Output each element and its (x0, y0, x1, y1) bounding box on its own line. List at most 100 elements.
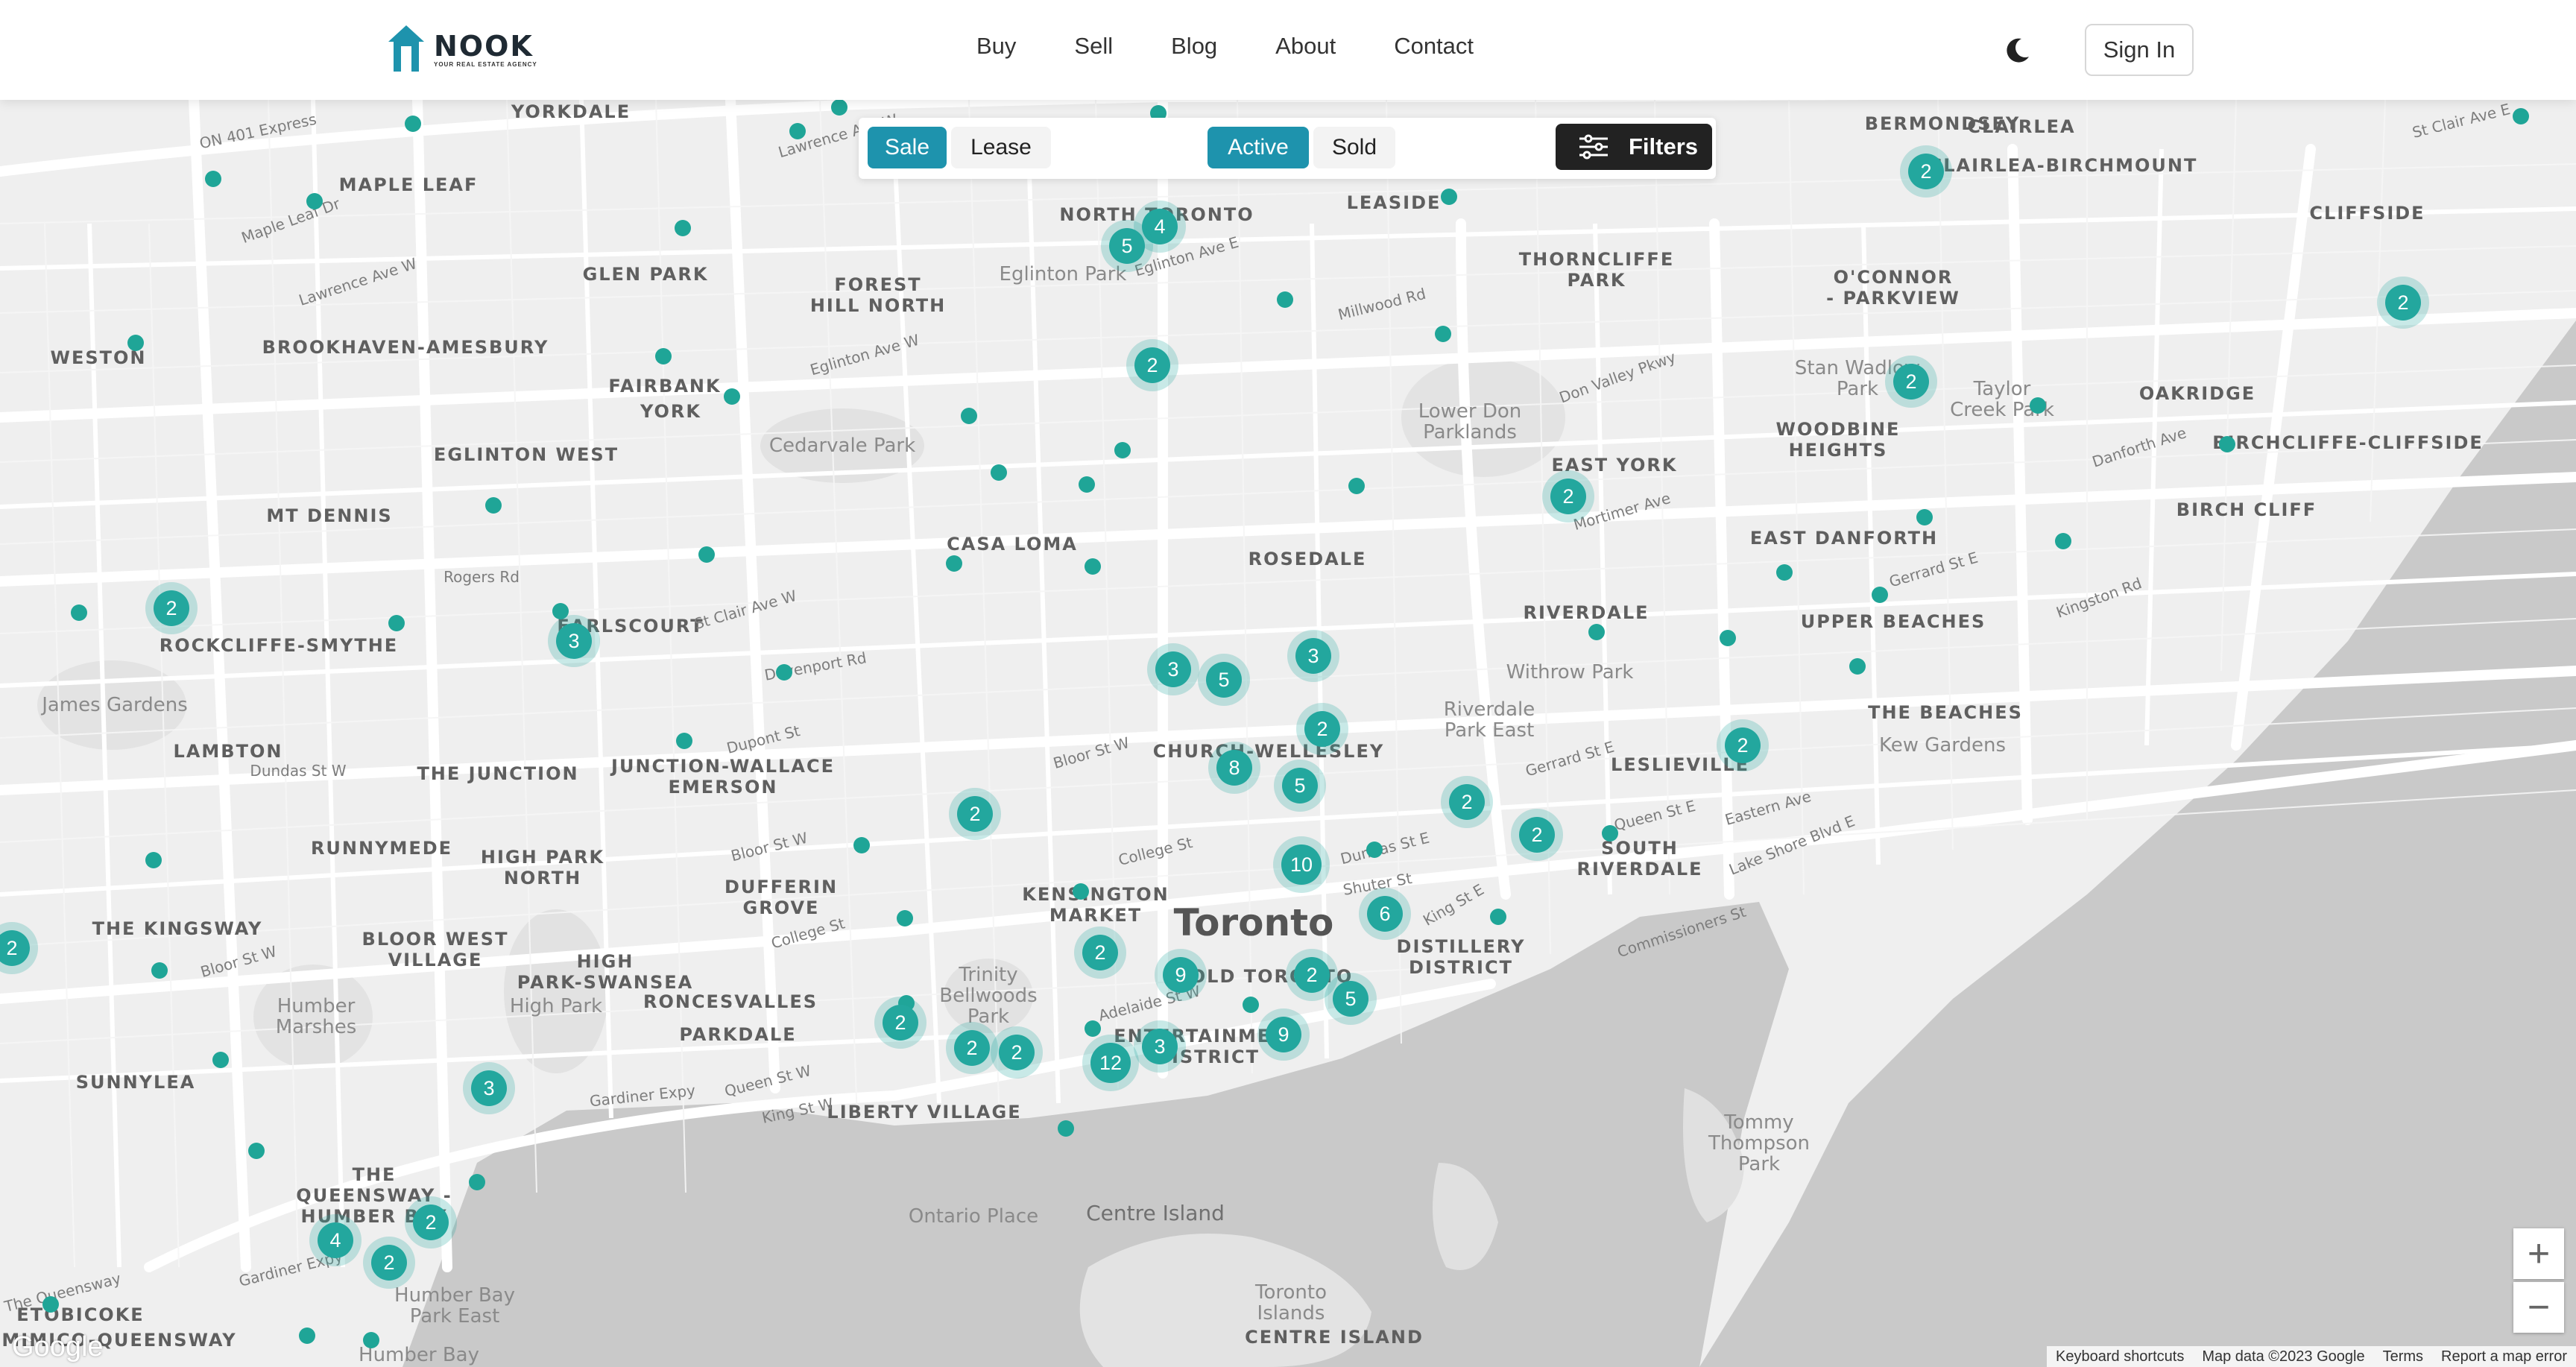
listing-marker[interactable] (1435, 326, 1451, 342)
listing-cluster[interactable]: 3 (1142, 1029, 1178, 1064)
zoom-out-button[interactable]: − (2513, 1282, 2564, 1333)
moon-icon[interactable] (2002, 36, 2032, 66)
listing-cluster[interactable]: 3 (1155, 651, 1191, 687)
listing-cluster[interactable]: 2 (1893, 364, 1929, 400)
keyboard-shortcuts-link[interactable]: Keyboard shortcuts (2056, 1348, 2184, 1366)
nav-sell[interactable]: Sell (1074, 33, 1113, 60)
listing-cluster[interactable]: 9 (1163, 957, 1199, 993)
listing-marker[interactable] (2030, 397, 2046, 414)
listing-marker[interactable] (698, 546, 715, 563)
listing-cluster[interactable]: 2 (1449, 784, 1485, 820)
listing-marker[interactable] (676, 733, 692, 749)
listing-marker[interactable] (2219, 436, 2235, 452)
listing-marker[interactable] (1441, 189, 1457, 205)
listing-marker[interactable] (991, 464, 1007, 481)
lease-toggle[interactable]: Lease (951, 127, 1051, 168)
listing-cluster[interactable]: 2 (999, 1035, 1035, 1070)
listing-marker[interactable] (42, 1296, 59, 1313)
brand-logo[interactable]: NOOK YOUR REAL ESTATE AGENCY (386, 24, 537, 75)
listing-marker[interactable] (485, 497, 502, 514)
listing-marker[interactable] (1085, 1020, 1101, 1037)
listing-cluster[interactable]: 3 (556, 623, 592, 659)
listing-marker[interactable] (388, 615, 405, 631)
listing-cluster[interactable]: 3 (1295, 638, 1331, 674)
listing-cluster[interactable]: 2 (1550, 479, 1586, 514)
filters-button[interactable]: Filters (1556, 124, 1712, 170)
listing-marker[interactable] (1720, 630, 1736, 646)
listing-marker[interactable] (1366, 842, 1383, 858)
listing-cluster[interactable]: 2 (1082, 935, 1118, 970)
map-canvas[interactable]: YORKDALE MAPLE LEAF GLEN PARK FOREST HILL NO… (0, 0, 2576, 1367)
listing-cluster[interactable]: 3 (471, 1070, 507, 1106)
listing-marker[interactable] (248, 1143, 265, 1159)
listing-marker[interactable] (306, 193, 323, 209)
listing-cluster[interactable]: 2 (1908, 154, 1944, 189)
listing-marker[interactable] (946, 555, 962, 572)
listing-cluster[interactable]: 2 (1294, 957, 1330, 993)
listing-cluster[interactable]: 5 (1333, 981, 1368, 1017)
listing-marker[interactable] (1490, 909, 1506, 925)
listing-marker[interactable] (2055, 533, 2071, 549)
listing-marker[interactable] (1916, 509, 1933, 525)
nav-blog[interactable]: Blog (1171, 33, 1217, 60)
listing-marker[interactable] (1114, 442, 1131, 458)
listing-marker[interactable] (1849, 658, 1866, 675)
listing-marker[interactable] (655, 348, 672, 364)
listing-cluster[interactable]: 2 (2385, 285, 2421, 321)
listing-cluster[interactable]: 4 (1142, 209, 1178, 244)
listing-marker[interactable] (1872, 587, 1888, 603)
listing-marker[interactable] (205, 171, 221, 187)
listing-cluster[interactable]: 2 (371, 1245, 407, 1281)
listing-marker[interactable] (776, 664, 792, 681)
listing-marker[interactable] (1602, 825, 1618, 842)
listing-marker[interactable] (127, 335, 144, 351)
listing-marker[interactable] (961, 408, 977, 424)
listing-cluster[interactable]: 5 (1109, 228, 1145, 264)
listing-marker[interactable] (405, 116, 421, 132)
listing-marker[interactable] (1085, 558, 1101, 575)
listing-marker[interactable] (469, 1174, 485, 1190)
listing-cluster[interactable]: 2 (413, 1205, 449, 1240)
listing-cluster[interactable]: 2 (1304, 711, 1340, 747)
sold-toggle[interactable]: Sold (1313, 127, 1395, 168)
listing-marker[interactable] (151, 962, 168, 979)
listing-cluster[interactable]: 10 (1281, 844, 1322, 885)
listing-cluster[interactable]: 2 (1134, 347, 1170, 383)
listing-marker[interactable] (1073, 883, 1089, 900)
listing-marker[interactable] (1588, 624, 1605, 640)
listing-cluster[interactable]: 6 (1367, 896, 1403, 932)
listing-cluster[interactable]: 9 (1266, 1017, 1301, 1052)
listing-marker[interactable] (897, 910, 913, 926)
listing-marker[interactable] (212, 1052, 229, 1068)
listing-cluster[interactable]: 4 (318, 1222, 353, 1258)
listing-marker[interactable] (2513, 108, 2529, 124)
listing-cluster[interactable]: 8 (1216, 750, 1252, 786)
listing-marker[interactable] (853, 837, 870, 853)
listing-marker[interactable] (363, 1332, 379, 1348)
listing-marker[interactable] (1776, 564, 1793, 581)
listing-marker[interactable] (1348, 478, 1365, 494)
listing-marker[interactable] (1058, 1120, 1074, 1137)
nav-about[interactable]: About (1275, 33, 1336, 60)
listing-cluster[interactable]: 5 (1282, 768, 1318, 804)
listing-marker[interactable] (675, 220, 691, 236)
listing-marker[interactable] (724, 388, 740, 405)
listing-cluster[interactable]: 2 (954, 1030, 990, 1066)
sign-in-button[interactable]: Sign In (2085, 24, 2194, 76)
nav-contact[interactable]: Contact (1394, 33, 1474, 60)
listing-marker[interactable] (789, 123, 806, 139)
listing-marker[interactable] (71, 604, 87, 621)
listing-marker[interactable] (831, 99, 847, 116)
zoom-in-button[interactable]: + (2513, 1228, 2564, 1279)
listing-marker[interactable] (145, 852, 162, 868)
terms-link[interactable]: Terms (2383, 1348, 2423, 1366)
listing-marker[interactable] (299, 1327, 315, 1344)
listing-cluster[interactable]: 5 (1206, 662, 1242, 698)
listing-cluster[interactable]: 12 (1090, 1043, 1131, 1083)
listing-cluster[interactable]: 2 (1519, 817, 1555, 853)
listing-cluster[interactable]: 2 (957, 796, 993, 832)
listing-cluster[interactable]: 2 (883, 1005, 918, 1041)
listing-marker[interactable] (552, 603, 569, 619)
sale-toggle[interactable]: Sale (868, 127, 947, 168)
listing-cluster[interactable]: 2 (1725, 727, 1761, 763)
